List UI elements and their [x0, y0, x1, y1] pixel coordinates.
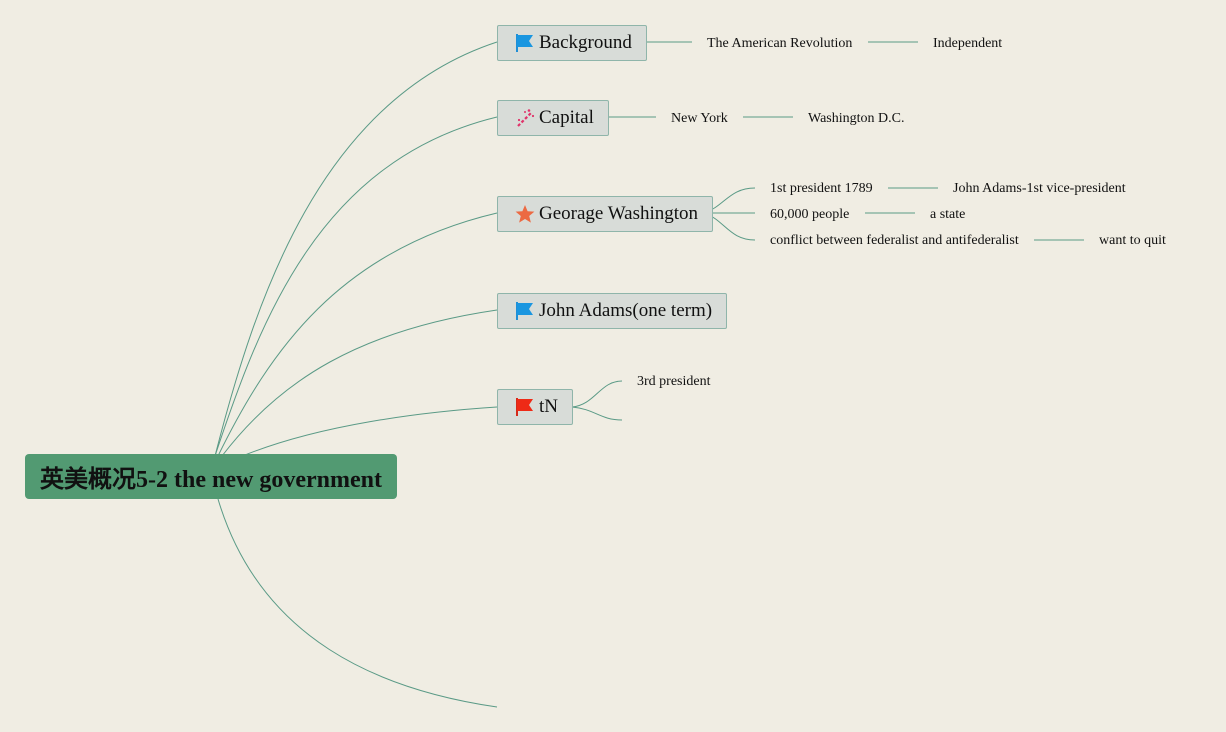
connector-root-tn — [244, 406, 498, 456]
topic-tn[interactable]: tN — [497, 389, 573, 425]
connector-root-washington — [217, 212, 498, 457]
topic-tn-label: tN — [539, 396, 558, 417]
red-flag-icon — [514, 396, 536, 418]
orange-star-icon — [514, 203, 536, 225]
topic-background[interactable]: Background — [497, 25, 647, 61]
topic-george-washington-label: Georage Washington — [539, 203, 699, 224]
topic-independent[interactable]: Independent — [933, 35, 1002, 53]
blue-flag-icon — [514, 32, 536, 54]
topic-john-adams-label: John Adams(one term) — [539, 300, 713, 321]
connector-tn-2 — [571, 406, 623, 421]
root-topic[interactable]: 英美概况5-2 the new government — [25, 454, 397, 499]
topic-john-adams-vp[interactable]: John Adams-1st vice-president — [953, 180, 1126, 198]
connector-tn-1 — [571, 380, 623, 408]
topic-1st-president[interactable]: 1st president 1789 — [770, 180, 873, 198]
topic-capital[interactable]: Capital — [497, 100, 609, 136]
connector-root-capital — [214, 116, 498, 457]
connector-root-empty — [217, 498, 498, 708]
topic-3rd-president[interactable]: 3rd president — [637, 373, 710, 391]
connector-root-background — [214, 41, 498, 457]
magic-wand-icon — [514, 107, 536, 129]
topic-george-washington[interactable]: Georage Washington — [497, 196, 714, 232]
connector-root-adams — [221, 309, 498, 457]
topic-new-york[interactable]: New York — [671, 110, 728, 128]
topic-empty-child[interactable] — [637, 411, 677, 429]
topic-want-to-quit[interactable]: want to quit — [1099, 232, 1166, 250]
topic-washington-dc[interactable]: Washington D.C. — [808, 110, 904, 128]
topic-american-revolution[interactable]: The American Revolution — [707, 35, 852, 53]
topic-60000-people[interactable]: 60,000 people — [770, 206, 849, 224]
topic-federalist-conflict[interactable]: conflict between federalist and antifede… — [770, 232, 1019, 250]
topic-background-label: Background — [539, 32, 632, 53]
topic-john-adams[interactable]: John Adams(one term) — [497, 293, 728, 329]
root-topic-label: 英美概况5-2 the new government — [40, 467, 382, 493]
topic-a-state[interactable]: a state — [930, 206, 965, 224]
blue-flag-icon — [514, 300, 536, 322]
topic-capital-label: Capital — [539, 107, 594, 128]
connector-lines — [214, 41, 1084, 708]
mind-map-canvas: 英美概况5-2 the new government Background Th… — [0, 0, 1226, 732]
